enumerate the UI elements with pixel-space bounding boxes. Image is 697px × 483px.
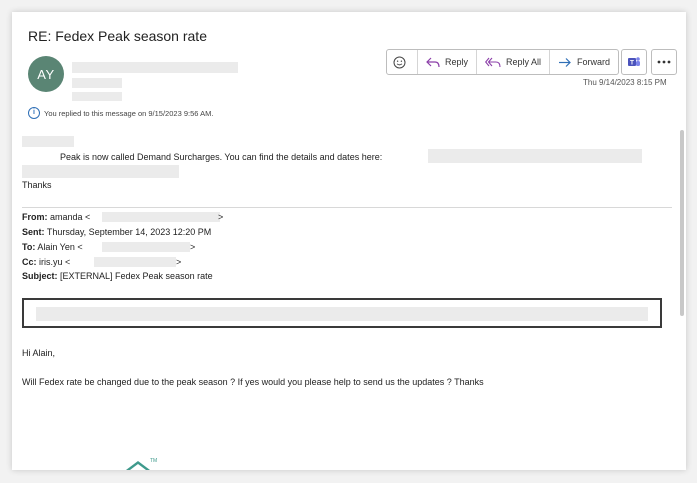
reaction-button[interactable] — [387, 50, 418, 74]
reply-icon — [426, 57, 440, 67]
from-label: From: — [22, 212, 48, 222]
forward-icon — [559, 57, 571, 67]
quoted-from: From: amanda < — [22, 212, 90, 222]
redacted-greeting — [22, 136, 74, 147]
company-logo — [124, 456, 164, 470]
reply-button[interactable]: Reply — [418, 50, 478, 74]
sender-avatar[interactable]: AY — [28, 56, 64, 92]
forward-button[interactable]: Forward — [550, 50, 618, 74]
to-close: > — [190, 242, 196, 252]
cc-value: iris.yu < — [36, 257, 71, 267]
cc-close: > — [176, 257, 182, 267]
email-window: RE: Fedex Peak season rate AY Reply Repl… — [12, 12, 686, 470]
replied-notice: i You replied to this message on 9/15/20… — [28, 107, 213, 119]
quoted-greeting: Hi Alain, — [22, 348, 56, 358]
quote-divider — [22, 207, 672, 208]
quoted-subject: Subject: [EXTERNAL] Fedex Peak season ra… — [22, 271, 213, 281]
subject-label: Subject: — [22, 271, 58, 281]
logo-trademark: TM — [150, 458, 158, 464]
redacted-sender-detail-2 — [72, 92, 122, 101]
from-close: > — [218, 212, 224, 222]
share-to-teams-button[interactable]: T — [621, 49, 647, 75]
redacted-from-email — [102, 212, 220, 222]
body-line-peak: Peak is now called Demand Surcharges. Yo… — [60, 152, 383, 162]
teams-icon: T — [628, 57, 640, 67]
sent-label: Sent: — [22, 227, 45, 237]
sent-value: Thursday, September 14, 2023 12:20 PM — [44, 227, 212, 237]
to-label: To: — [22, 242, 36, 252]
from-value: amanda < — [47, 212, 91, 222]
more-actions-button[interactable] — [651, 49, 677, 75]
redacted-link-2 — [22, 165, 179, 178]
ellipsis-icon — [657, 60, 671, 64]
redacted-to-email — [102, 242, 190, 252]
external-sender-banner — [22, 298, 662, 328]
quoted-message: Will Fedex rate be changed due to the pe… — [22, 377, 484, 387]
quoted-cc: Cc: iris.yu < — [22, 257, 70, 267]
scrollbar-thumb[interactable] — [680, 130, 684, 316]
to-value: Alain Yen < — [35, 242, 83, 252]
quoted-sent: Sent: Thursday, September 14, 2023 12:20… — [22, 227, 211, 237]
reply-label: Reply — [445, 57, 469, 67]
reply-all-button[interactable]: Reply All — [477, 50, 551, 74]
redacted-sender-name — [72, 62, 238, 73]
redacted-cc-email — [94, 257, 176, 267]
reply-all-label: Reply All — [506, 57, 542, 67]
received-date: Thu 9/14/2023 8:15 PM — [583, 78, 667, 87]
svg-text:T: T — [630, 60, 634, 67]
quoted-to: To: Alain Yen < — [22, 242, 83, 252]
email-subject: RE: Fedex Peak season rate — [28, 28, 207, 44]
subject-value: [EXTERNAL] Fedex Peak season rate — [57, 271, 213, 281]
body-thanks: Thanks — [22, 180, 52, 190]
redacted-banner-text — [36, 307, 648, 321]
redacted-sender-detail — [72, 78, 122, 88]
message-action-toolbar: Reply Reply All Forward — [386, 49, 620, 75]
reply-all-icon — [485, 57, 501, 67]
info-icon: i — [28, 107, 40, 119]
replied-notice-text: You replied to this message on 9/15/2023… — [44, 108, 214, 118]
redacted-link — [428, 149, 642, 163]
forward-label: Forward — [577, 57, 611, 67]
smiley-icon — [393, 56, 406, 68]
cc-label: Cc: — [22, 257, 37, 267]
